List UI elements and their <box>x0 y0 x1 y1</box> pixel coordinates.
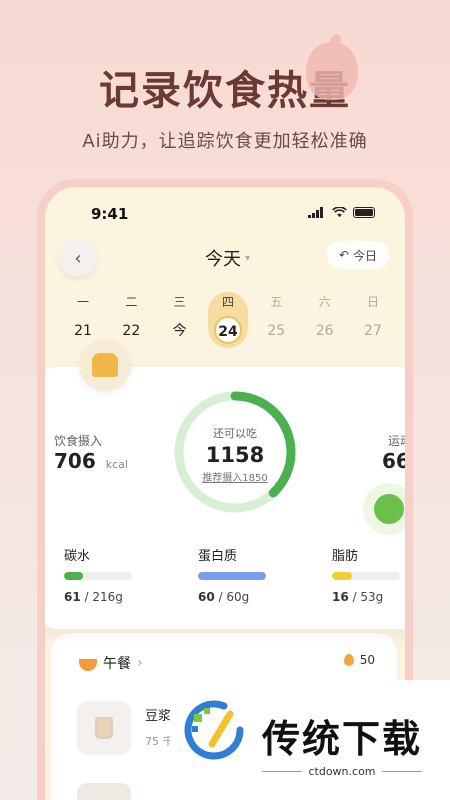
day-22[interactable]: 二 22 <box>111 292 151 348</box>
promo-subtitle: Ai助力，让追踪饮食更加轻松准确 <box>82 131 368 152</box>
ring-label: 还可以吃 <box>213 426 257 440</box>
date-number: 22 <box>122 323 141 339</box>
date-number: 27 <box>364 323 382 339</box>
day-27[interactable]: 日 27 <box>353 292 393 348</box>
macro-value: 16 <box>332 590 349 604</box>
today-button-label: 今日 <box>352 248 377 263</box>
food-thumbnail[interactable] <box>77 701 131 755</box>
weekday-label: 三 <box>173 295 186 309</box>
watermark-brand: 传统下载 <box>262 717 423 761</box>
food-thumbnail[interactable] <box>77 783 131 800</box>
macro-target: 60g <box>226 590 250 604</box>
meal-name: 午餐 <box>103 656 131 672</box>
macro-value: 61 <box>64 590 81 604</box>
flame-icon <box>343 654 354 666</box>
chevron-right-icon: › <box>137 655 143 671</box>
bowl-icon <box>79 659 97 671</box>
macro-1: 蛋白质 60 / 60g <box>198 545 290 604</box>
date-number: 26 <box>315 323 334 339</box>
remaining-calories: 1158 <box>205 442 265 467</box>
meal-kcal: 50 <box>343 653 375 667</box>
divider <box>382 771 422 772</box>
recommended-intake-link[interactable]: 推荐摄入1850 <box>202 469 267 484</box>
page-title: 今天 <box>205 249 241 270</box>
burn-value-group: 66 kcal <box>382 449 405 473</box>
weekday-label: 五 <box>270 295 283 309</box>
macro-value-row: 60 / 60g <box>198 590 250 604</box>
promo-headline: 记录饮食热量 <box>99 68 351 114</box>
macro-target: 216g <box>92 590 123 604</box>
date-number: 21 <box>74 323 92 339</box>
intake-unit: kcal <box>105 458 128 471</box>
meal-header[interactable]: 午餐 › <box>79 653 143 673</box>
battery-icon <box>353 207 375 218</box>
intake-value: 706 <box>54 449 96 473</box>
watermark: 传统下载 ctdown.com <box>170 680 450 800</box>
day-26[interactable]: 六 26 <box>305 292 345 348</box>
soy-milk-icon <box>95 717 113 739</box>
day-25[interactable]: 五 25 <box>256 292 296 348</box>
date-number: 25 <box>267 323 286 339</box>
macro-progress-fill <box>332 572 353 580</box>
today-button[interactable]: ↶ 今日 <box>326 241 389 269</box>
macro-progress-bar <box>332 572 400 580</box>
macro-name: 脂肪 <box>332 549 359 564</box>
bread-icon <box>79 339 131 391</box>
status-time: 9:41 <box>91 205 129 223</box>
status-icons <box>308 207 375 218</box>
intake-label: 饮食摄入 <box>54 434 103 448</box>
apple-decoration <box>306 42 358 100</box>
day-24[interactable]: 四 24 <box>207 292 248 348</box>
macros-row: 碳水 61 / 216g 蛋白质 60 / 60g 脂肪 16 / 53g <box>64 545 405 604</box>
back-button[interactable]: ‹ <box>59 239 97 277</box>
cellular-signal-icon <box>308 207 326 218</box>
macro-progress-fill <box>64 572 84 580</box>
ctdown-logo <box>184 700 244 760</box>
weekday-label: 日 <box>366 295 379 309</box>
date-title[interactable]: 今天 ▾ <box>205 245 250 271</box>
macro-0: 碳水 61 / 216g <box>64 545 156 604</box>
meal-kcal-value: 50 <box>359 653 375 667</box>
intake-value-group: 706 kcal <box>54 449 128 473</box>
calorie-summary-card: 饮食摄入 706 kcal 还可以吃 1158 推荐摄入1850 运动消耗 66… <box>45 367 405 629</box>
chevron-left-icon: ‹ <box>74 247 82 269</box>
macro-value-row: 61 / 216g <box>64 590 123 604</box>
date-number: 24 <box>213 316 242 344</box>
burn-value: 66 <box>381 449 405 473</box>
macro-value-row: 16 / 53g <box>332 590 384 604</box>
food-name[interactable]: 豆浆 <box>145 705 171 724</box>
burn-label: 运动消耗 <box>387 434 405 448</box>
macro-progress-bar <box>198 572 266 580</box>
macro-2: 脂肪 16 / 53g <box>332 545 405 604</box>
caret-down-icon: ▾ <box>245 252 251 264</box>
macro-name: 蛋白质 <box>198 549 238 564</box>
day-今[interactable]: 三今 <box>160 292 200 348</box>
macro-value: 60 <box>198 590 215 604</box>
macro-progress-fill <box>198 572 266 580</box>
undo-icon: ↶ <box>338 248 349 262</box>
ring-center: 还可以吃 1158 推荐摄入1850 <box>172 389 298 515</box>
macro-progress-bar <box>64 572 132 580</box>
weekday-label: 一 <box>76 295 89 309</box>
weekday-label: 六 <box>318 295 331 309</box>
weekday-label: 四 <box>221 295 234 309</box>
macro-name: 碳水 <box>64 549 91 564</box>
date-number: 今 <box>172 323 187 339</box>
wifi-icon <box>332 207 347 218</box>
weekday-label: 二 <box>125 295 138 309</box>
macro-target: 53g <box>360 590 384 604</box>
